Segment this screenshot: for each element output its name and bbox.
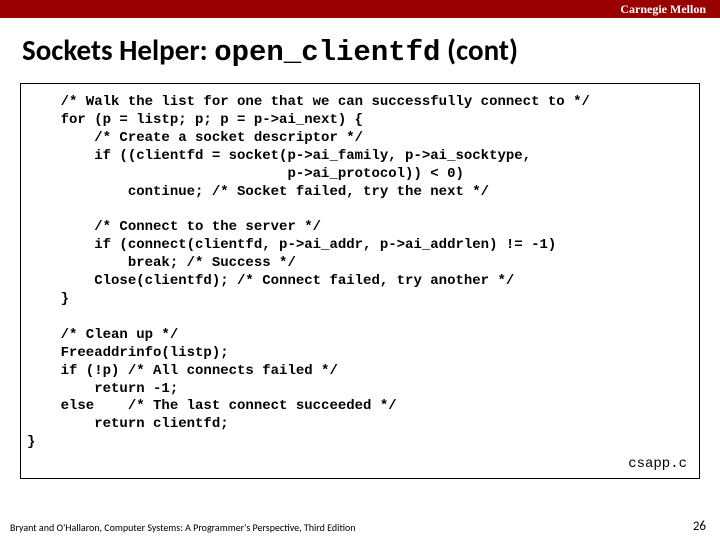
institution-label: Carnegie Mellon — [620, 0, 706, 18]
title-prefix: Sockets Helper: — [22, 32, 214, 68]
page-number: 26 — [693, 519, 706, 534]
title-func: open_clientfd — [214, 36, 440, 69]
slide-title: Sockets Helper: open_clientfd (cont) — [22, 32, 720, 69]
code-content: /* Walk the list for one that we can suc… — [27, 94, 693, 452]
title-suffix: (cont) — [440, 32, 518, 68]
code-box: /* Walk the list for one that we can suc… — [20, 83, 700, 479]
source-file-label: csapp.c — [628, 456, 687, 472]
footer-text: Bryant and O'Hallaron, Computer Systems:… — [10, 521, 356, 534]
header-bar: Carnegie Mellon — [0, 0, 720, 18]
